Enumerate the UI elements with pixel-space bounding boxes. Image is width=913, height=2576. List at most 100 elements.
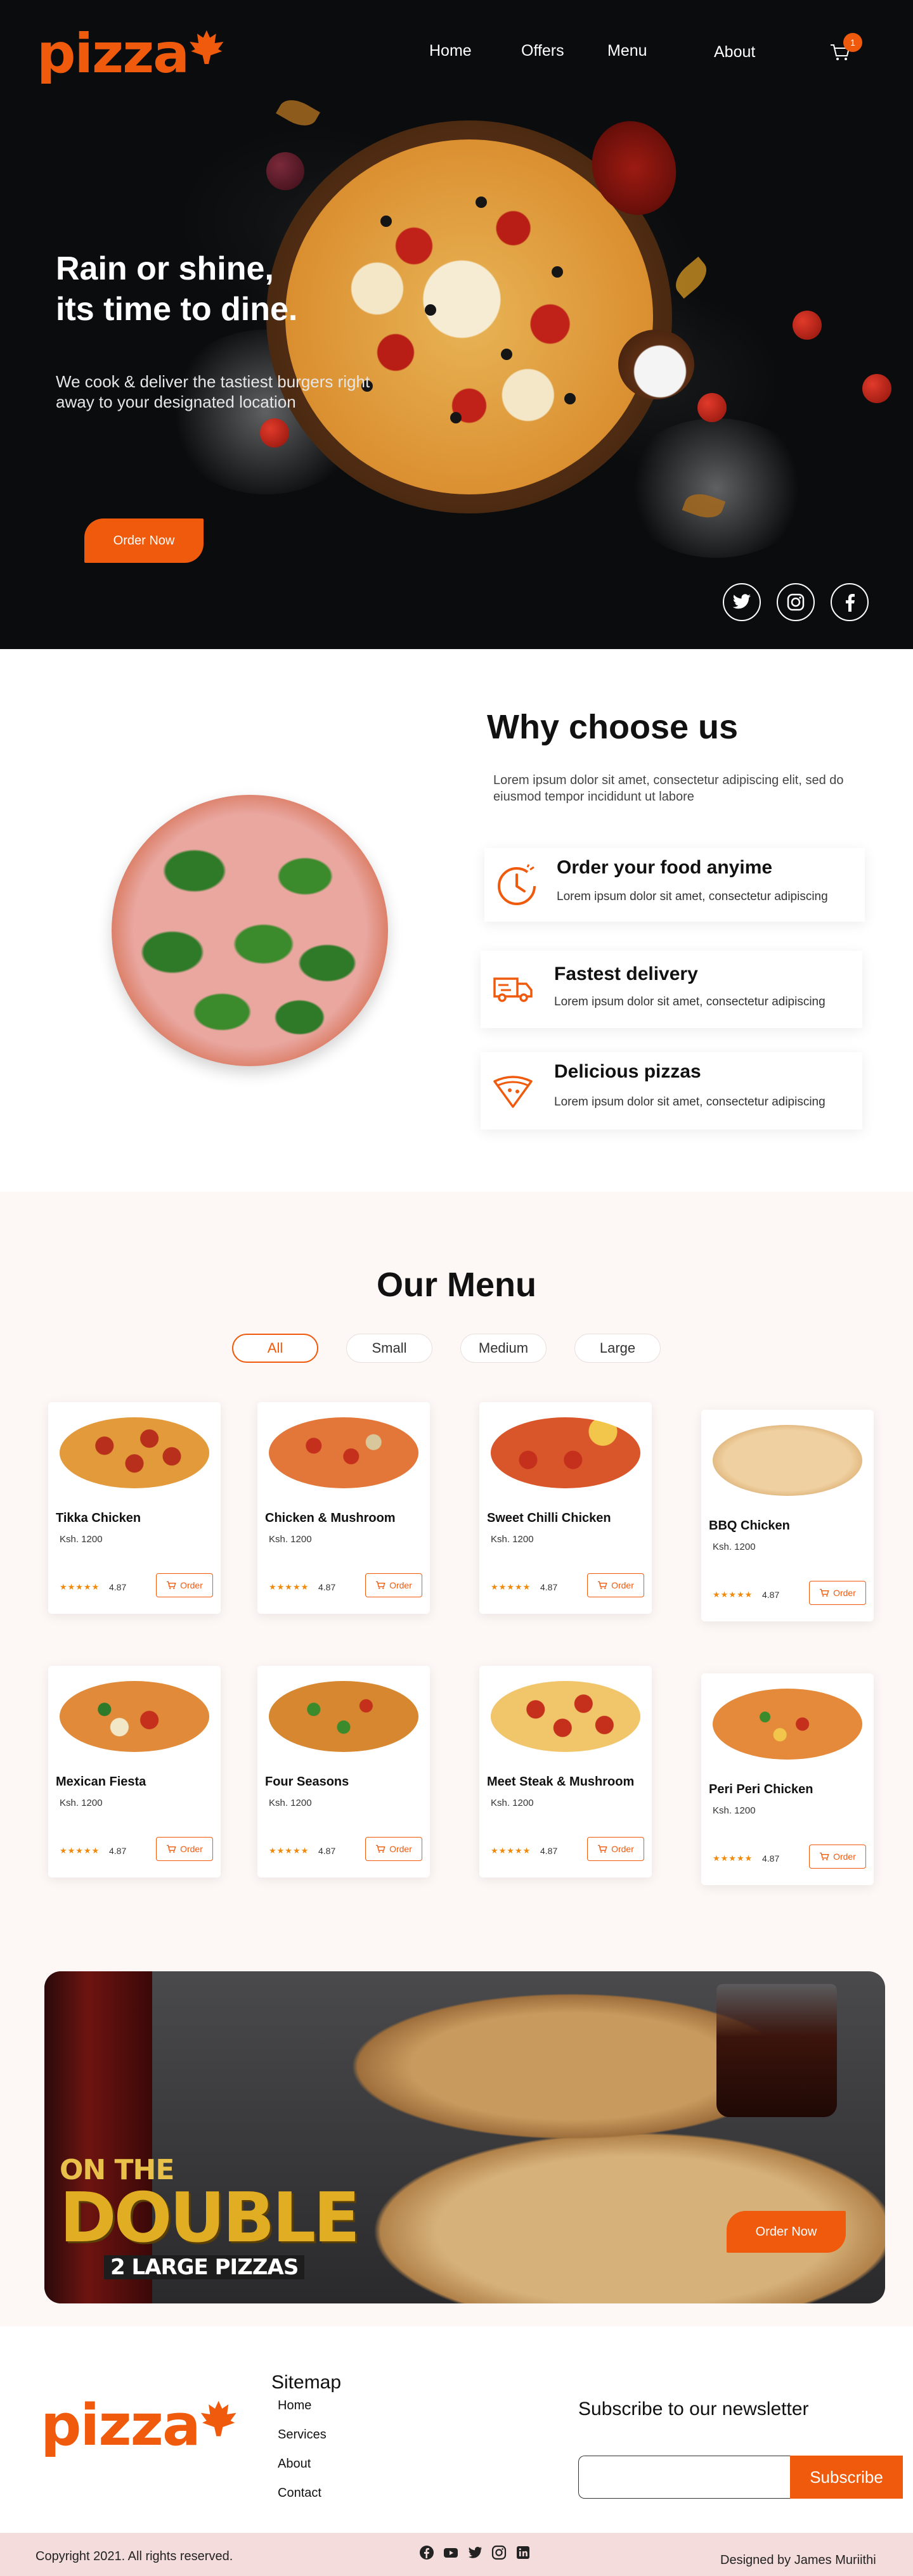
order-button-label: Order	[611, 1844, 634, 1854]
newsletter-title: Subscribe to our newsletter	[578, 2399, 809, 2419]
pizza-image	[60, 1681, 209, 1752]
star-rating-icon: ★★★★★	[60, 1582, 100, 1592]
feature-text: Lorem ipsum dolor sit amet, consectetur …	[554, 995, 826, 1008]
menu-item-name: BBQ Chicken	[709, 1519, 790, 1533]
menu-item-rating: 4.87	[318, 1582, 336, 1592]
hero-title-line2: its time to dine.	[56, 291, 298, 328]
order-button-label: Order	[180, 1844, 203, 1854]
cart-icon	[820, 1852, 829, 1860]
sitemap-about[interactable]: About	[278, 2457, 311, 2471]
newsletter-email-input[interactable]	[578, 2456, 790, 2499]
cart-icon	[598, 1845, 607, 1853]
menu-item-name: Meet Steak & Mushroom	[487, 1775, 635, 1789]
filter-all[interactable]: All	[232, 1334, 318, 1363]
facebook-icon[interactable]	[418, 2544, 435, 2561]
menu-item-price: Ksh. 1200	[491, 1534, 534, 1545]
copyright-text: Copyright 2021. All rights reserved.	[36, 2549, 233, 2563]
order-button-label: Order	[389, 1580, 412, 1590]
twitter-icon[interactable]	[467, 2544, 483, 2561]
sitemap-contact[interactable]: Contact	[278, 2486, 321, 2501]
brand-logo[interactable]: pizza	[37, 25, 224, 82]
filter-medium[interactable]: Medium	[460, 1334, 547, 1363]
menu-card: Four Seasons Ksh. 1200 ★★★★★ 4.87 Order	[257, 1666, 430, 1877]
promo-order-now-button[interactable]: Order Now	[727, 2211, 846, 2253]
why-description: Lorem ipsum dolor sit amet, consectetur …	[493, 773, 844, 804]
clock-icon	[498, 864, 536, 905]
order-button[interactable]: Order	[365, 1837, 422, 1861]
nav-offers[interactable]: Offers	[521, 42, 564, 60]
hero-section: pizza Home Offers Menu About 1 Rain or s…	[0, 0, 913, 649]
order-button-label: Order	[180, 1580, 203, 1590]
star-rating-icon: ★★★★★	[491, 1846, 531, 1855]
linkedin-icon[interactable]	[515, 2544, 531, 2561]
order-button[interactable]: Order	[156, 1573, 213, 1597]
menu-item-price: Ksh. 1200	[60, 1534, 103, 1545]
menu-item-rating: 4.87	[318, 1846, 336, 1856]
twitter-icon[interactable]	[723, 583, 761, 621]
why-title: Why choose us	[487, 708, 739, 746]
pizza-image	[713, 1425, 862, 1496]
subscribe-button[interactable]: Subscribe	[790, 2456, 903, 2499]
menu-card: Sweet Chilli Chicken Ksh. 1200 ★★★★★ 4.87 Or…	[479, 1402, 652, 1614]
nav-menu[interactable]: Menu	[607, 42, 647, 60]
tomato	[260, 418, 289, 448]
promo-line3: 2 LARGE PIZZAS	[104, 2255, 305, 2279]
order-button[interactable]: Order	[809, 1581, 866, 1605]
pizza-image	[269, 1417, 418, 1488]
hero-subtitle: We cook & deliver the tastiest burgers r…	[56, 372, 370, 411]
order-button-label: Order	[611, 1580, 634, 1590]
feature-card-pizzas: Delicious pizzas Lorem ipsum dolor sit a…	[481, 1052, 862, 1130]
menu-card: Tikka Chicken Ksh. 1200 ★★★★★ 4.87 Order	[48, 1402, 221, 1614]
nav-about[interactable]: About	[714, 43, 755, 61]
footer-logo[interactable]: pizza	[41, 2396, 236, 2456]
feature-text: Lorem ipsum dolor sit amet, consectetur …	[557, 890, 828, 903]
maple-leaf-icon	[190, 30, 224, 65]
feature-title: Order your food anyime	[557, 857, 773, 878]
order-button[interactable]: Order	[587, 1573, 644, 1597]
menu-item-rating: 4.87	[540, 1846, 558, 1856]
menu-item-price: Ksh. 1200	[269, 1798, 312, 1808]
cart-icon	[598, 1581, 607, 1589]
menu-item-price: Ksh. 1200	[713, 1805, 756, 1816]
menu-item-rating: 4.87	[109, 1582, 127, 1592]
feature-title: Fastest delivery	[554, 963, 698, 984]
pizza-image	[60, 1417, 209, 1488]
menu-item-name: Peri Peri Chicken	[709, 1782, 813, 1796]
order-button-label: Order	[833, 1852, 856, 1862]
instagram-icon[interactable]	[777, 583, 815, 621]
menu-item-rating: 4.87	[762, 1853, 780, 1864]
star-rating-icon: ★★★★★	[713, 1853, 753, 1863]
sitemap-services[interactable]: Services	[278, 2428, 327, 2442]
pizza-slice-icon	[493, 1076, 533, 1108]
nav-home[interactable]: Home	[429, 42, 472, 60]
promo-banner: ON THE DOUBLE 2 LARGE PIZZAS Order Now	[44, 1971, 885, 2303]
sitemap-home[interactable]: Home	[278, 2399, 311, 2413]
youtube-icon[interactable]	[443, 2544, 459, 2561]
menu-card: Mexican Fiesta Ksh. 1200 ★★★★★ 4.87 Order	[48, 1666, 221, 1877]
cart-icon	[167, 1845, 176, 1853]
order-button[interactable]: Order	[587, 1837, 644, 1861]
order-button-label: Order	[833, 1588, 856, 1598]
maple-leaf-icon	[200, 2400, 236, 2437]
order-button[interactable]: Order	[156, 1837, 213, 1861]
hero-order-now-button[interactable]: Order Now	[84, 518, 204, 563]
tomato	[862, 374, 891, 403]
filter-large[interactable]: Large	[574, 1334, 661, 1363]
star-rating-icon: ★★★★★	[491, 1582, 531, 1592]
facebook-icon[interactable]	[831, 583, 869, 621]
feature-text: Lorem ipsum dolor sit amet, consectetur …	[554, 1095, 826, 1109]
salt-bowl	[618, 330, 694, 399]
menu-item-price: Ksh. 1200	[713, 1542, 756, 1552]
order-button[interactable]: Order	[809, 1845, 866, 1869]
delivery-truck-icon	[493, 977, 533, 1002]
menu-card: Peri Peri Chicken Ksh. 1200 ★★★★★ 4.87 Order	[701, 1673, 874, 1885]
star-rating-icon: ★★★★★	[60, 1846, 100, 1855]
filter-small[interactable]: Small	[346, 1334, 432, 1363]
menu-item-name: Sweet Chilli Chicken	[487, 1511, 611, 1525]
order-button[interactable]: Order	[365, 1573, 422, 1597]
tomato	[793, 311, 822, 340]
star-rating-icon: ★★★★★	[269, 1582, 309, 1592]
cart-icon	[376, 1581, 385, 1589]
cart-icon	[167, 1581, 176, 1589]
instagram-icon[interactable]	[491, 2544, 507, 2561]
